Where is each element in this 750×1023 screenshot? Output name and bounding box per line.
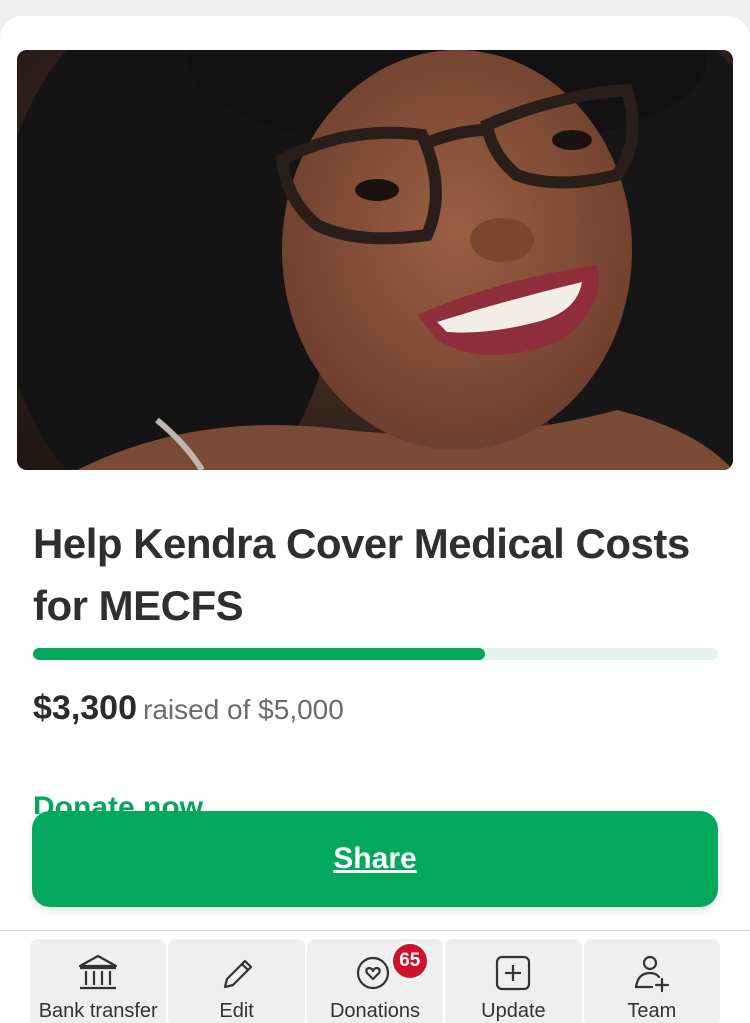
add-person-icon xyxy=(634,955,669,993)
campaign-title: Help Kendra Cover Medical Costs for MECF… xyxy=(33,520,690,629)
toolbar-label: Update xyxy=(481,1000,546,1022)
toolbar-item-donations[interactable]: 65 Donations xyxy=(306,939,444,1023)
progress-bar xyxy=(33,648,718,660)
raised-amount: $3,300 xyxy=(33,689,137,727)
plus-square-icon xyxy=(496,955,531,991)
pencil-icon xyxy=(223,959,252,989)
progress-bar-fill xyxy=(33,648,486,660)
donations-count-badge: 65 xyxy=(390,942,429,980)
toolbar-label: Edit xyxy=(219,1000,254,1022)
toolbar-label: Bank transfer xyxy=(38,1000,158,1022)
toolbar-divider xyxy=(0,930,750,931)
toolbar-item-bank-transfer[interactable]: Bank transfer xyxy=(30,939,167,1023)
toolbar-label: Donations xyxy=(329,1000,421,1022)
toolbar-item-update[interactable]: Update xyxy=(445,939,582,1023)
campaign-photo[interactable] xyxy=(17,50,733,470)
raised-summary: $3,300 raised of $5,000 xyxy=(33,686,344,737)
goal-text: raised of $5,000 xyxy=(143,694,344,725)
toolbar-item-team[interactable]: Team xyxy=(583,939,721,1023)
toolbar-item-edit[interactable]: Edit xyxy=(168,939,305,1023)
campaign-photo-image xyxy=(17,50,733,470)
campaign-card: Help Kendra Cover Medical Costs for MECF… xyxy=(0,16,750,1023)
share-button-label: Share xyxy=(333,842,417,875)
bank-icon xyxy=(79,954,118,990)
share-button[interactable]: Share xyxy=(32,811,718,907)
bottom-toolbar: Bank transfer Edit 65 Donations Update T… xyxy=(30,939,721,1023)
toolbar-label: Team xyxy=(627,1000,677,1022)
